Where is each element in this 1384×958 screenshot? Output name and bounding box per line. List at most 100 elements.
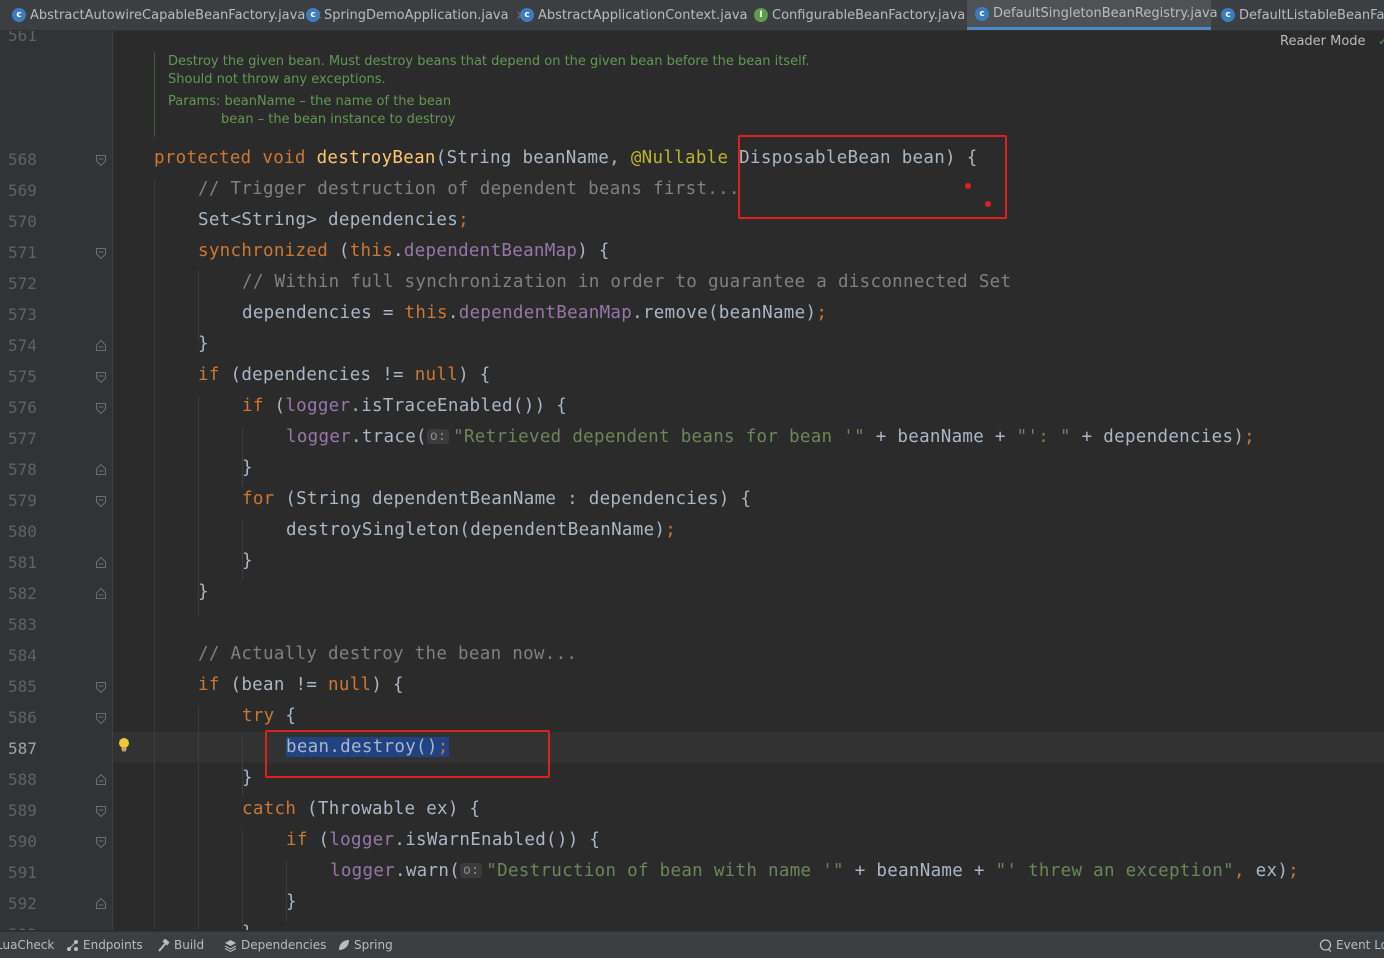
spring-tool-button[interactable]: Spring (337, 938, 393, 952)
code-line: Set<String> dependencies; (198, 210, 469, 230)
code-text: (Throwable ex) { (296, 799, 481, 819)
keyword: null (328, 675, 372, 695)
string-literal: "Destruction of bean with name '" (486, 861, 844, 881)
code-text: .remove(beanName) (632, 303, 817, 323)
keyword: protected (154, 148, 252, 168)
line-number: 581 (8, 553, 37, 572)
comment: // Within full synchronization in order … (242, 272, 1012, 292)
code-text: } (242, 458, 253, 478)
line-number: 582 (8, 584, 37, 603)
indent-guide (198, 706, 199, 929)
fold-open-icon[interactable] (96, 403, 106, 414)
fold-open-icon[interactable] (96, 372, 106, 383)
tab-abstract-autowire-capable-bean-factory[interactable]: c AbstractAutowireCapableBeanFactory.jav… (0, 0, 322, 30)
java-class-icon: c (1221, 8, 1235, 22)
line-number: 589 (8, 801, 37, 820)
code-text: + beanName + (864, 427, 1017, 447)
build-tool-button[interactable]: Build (157, 938, 204, 952)
field: logger (286, 427, 352, 447)
code-editor[interactable]: 561 568 569 570 571 572 573 574 575 576 … (0, 31, 1384, 930)
line-number: 579 (8, 491, 37, 510)
code-text: } (286, 892, 297, 912)
tab-label: ConfigurableBeanFactory.java (772, 7, 966, 23)
code-text: ( (328, 241, 350, 261)
reader-mode-button[interactable]: Reader Mode (1280, 34, 1366, 49)
code-text: } (198, 582, 209, 602)
code-text: { (274, 706, 297, 726)
code-text: } (242, 768, 253, 788)
doc-param: bean – the bean instance to destroy (221, 112, 456, 127)
code-text: (dependencies != (219, 365, 415, 385)
tool-label: Spring (354, 938, 393, 952)
line-number: 577 (8, 429, 37, 448)
fold-close-icon[interactable] (96, 340, 106, 351)
fold-open-icon[interactable] (96, 248, 106, 259)
semicolon: ; (1288, 861, 1300, 881)
tool-window-bar: LuaCheck Endpoints Build Dependencies Sp… (0, 931, 1384, 958)
code-line: // Actually destroy the bean now... (198, 644, 577, 664)
code-line: } (242, 551, 253, 571)
code-line: catch (Throwable ex) { (242, 799, 480, 819)
tab-spring-demo-application[interactable]: c SpringDemoApplication.java × (296, 0, 526, 30)
code-text: } (242, 551, 253, 571)
code-line: synchronized (this.dependentBeanMap) { (198, 241, 610, 261)
tab-configurable-bean-factory[interactable]: I ConfigurableBeanFactory.java × (745, 0, 982, 30)
keyword: if (286, 830, 308, 850)
string-literal: "': " (1016, 427, 1071, 447)
lightbulb-icon[interactable] (118, 737, 130, 753)
dependencies-tool-button[interactable]: Dependencies (224, 938, 326, 952)
line-number: 593 (8, 925, 42, 930)
code-line: } (198, 334, 209, 354)
code-line: if (bean != null) { (198, 675, 404, 695)
field: logger (330, 861, 396, 881)
endpoints-tool-button[interactable]: Endpoints (66, 938, 143, 952)
doc-description: Destroy the given bean. Must destroy bea… (168, 54, 810, 69)
keyword: void (262, 148, 306, 168)
fold-open-icon[interactable] (96, 155, 106, 166)
fold-close-icon[interactable] (96, 464, 106, 475)
code-text: . (447, 303, 459, 323)
keyword: synchronized (198, 241, 329, 261)
fold-open-icon[interactable] (96, 682, 106, 693)
annotation-mark (985, 201, 991, 207)
indent-guide (242, 520, 243, 580)
tab-default-listable-bean-factory[interactable]: c DefaultListableBeanFa (1211, 0, 1384, 30)
fold-open-icon[interactable] (96, 713, 106, 724)
keyword: try (242, 706, 275, 726)
luacheck-tool-button[interactable]: LuaCheck (0, 938, 54, 952)
code-line: // Trigger destruction of dependent bean… (198, 179, 740, 199)
comment: // Actually destroy the bean now... (198, 644, 578, 664)
line-number: 572 (8, 274, 37, 293)
fold-close-icon[interactable] (96, 774, 106, 785)
fold-close-icon[interactable] (96, 898, 106, 909)
fold-open-icon[interactable] (96, 806, 106, 817)
line-number: 575 (8, 367, 37, 386)
semicolon: ; (458, 210, 469, 230)
code-line: logger.warn(o: "Destruction of bean with … (330, 861, 1299, 881)
field: logger (329, 830, 395, 850)
field: dependentBeanMap (458, 303, 633, 323)
code-line: try { (242, 706, 296, 726)
line-number: 568 (8, 150, 37, 169)
semicolon: ; (1244, 427, 1256, 447)
code-text: .isWarnEnabled()) { (394, 830, 601, 850)
keyword: if (198, 675, 220, 695)
code-text: (String dependentBeanName : dependencies… (274, 489, 752, 509)
annotation: @Nullable (630, 148, 729, 168)
code-line: } (198, 582, 209, 602)
line-number: 573 (8, 305, 37, 324)
annotation-box (265, 730, 550, 778)
fold-close-icon[interactable] (96, 557, 106, 568)
tab-default-singleton-bean-registry[interactable]: c DefaultSingletonBeanRegistry.java × (967, 0, 1235, 30)
fold-open-icon[interactable] (96, 837, 106, 848)
line-number: 571 (8, 243, 37, 262)
line-number: 584 (8, 646, 37, 665)
fold-open-icon[interactable] (96, 496, 106, 507)
tab-abstract-application-context[interactable]: c AbstractApplicationContext.java × (510, 0, 765, 30)
line-number: 591 (8, 863, 37, 882)
line-number: 590 (8, 832, 37, 851)
fold-close-icon[interactable] (96, 588, 106, 599)
event-log-tool-button[interactable]: Event Log (1319, 938, 1384, 952)
string-literal: "Retrieved dependent beans for bean '" (453, 427, 865, 447)
indent-guide (242, 830, 243, 929)
